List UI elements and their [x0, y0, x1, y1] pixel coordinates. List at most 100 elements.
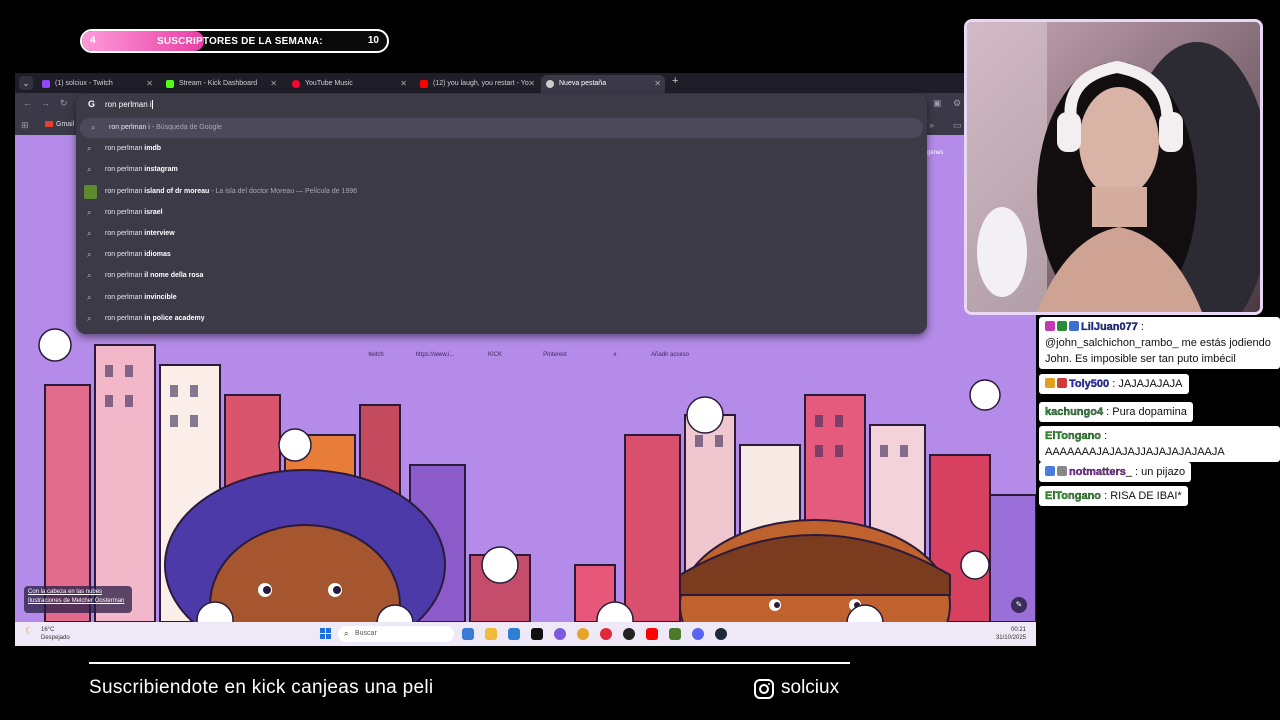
apps-grid-icon[interactable]: ⊞	[21, 120, 29, 131]
tiktok-icon[interactable]	[531, 628, 543, 640]
search-icon: ⌕	[344, 629, 349, 638]
stream-overlay: 4 SUSCRIPTORES DE LA SEMANA: 10 twitch h…	[0, 0, 1280, 720]
omnibox-suggestion[interactable]: ⌕ ron perlman imdb	[76, 139, 927, 159]
close-icon[interactable]: ✕	[528, 75, 535, 93]
minecraft-icon[interactable]	[669, 628, 681, 640]
obs-icon[interactable]	[623, 628, 635, 640]
suggestion-prefix: ron perlman	[105, 208, 145, 216]
chrome-taskbar-icon[interactable]	[577, 628, 589, 640]
forward-icon[interactable]: →	[41, 98, 50, 108]
address-input[interactable]: ron perlman i	[105, 100, 153, 110]
folder-icon[interactable]: ▭	[953, 120, 962, 131]
chat-badge-icon	[1057, 378, 1067, 388]
chat-message: ElTongano : RISA DE IBAI*	[1039, 486, 1188, 506]
more-bookmarks-icon[interactable]: »	[929, 120, 934, 130]
subscriber-goal-label: SUSCRIPTORES DE LA SEMANA:	[157, 36, 323, 47]
shortcut-website[interactable]: https://www.i...	[415, 352, 455, 358]
chat-badge-icon	[1045, 378, 1055, 388]
omnibox-suggestion[interactable]: ⌕ ron perlman i - Búsqueda de Google	[80, 118, 923, 138]
opera-icon[interactable]	[600, 628, 612, 640]
browser-tabstrip: ⌄ (1) solciux - Twitch ✕ Stream - Kick D…	[15, 73, 1036, 93]
suggestion-completion: instagram	[144, 166, 178, 174]
omnibox-suggestion[interactable]: ⌕ ron perlman invincible	[76, 288, 927, 308]
search-icon: ⌕	[87, 313, 92, 323]
suggestion-completion: il nome della rosa	[144, 272, 204, 280]
tab-search-chevron-icon[interactable]: ⌄	[19, 76, 33, 90]
shortcut-x[interactable]: x	[595, 352, 635, 358]
extension-icon[interactable]: ▣	[933, 98, 942, 109]
wallpaper-credit[interactable]: Con la cabeza en las nubes Ilustraciones…	[24, 586, 132, 613]
screen-capture: twitch https://www.i... KICK Pinterest x…	[15, 73, 1036, 646]
league-icon[interactable]	[715, 628, 727, 640]
shortcut-pinterest[interactable]: Pinterest	[535, 352, 575, 358]
search-icon: ⌕	[87, 207, 92, 217]
suggestion-completion: invincible	[144, 293, 177, 301]
discord-icon[interactable]	[692, 628, 704, 640]
weather-widget[interactable]: ☾ 16°C Despejado	[25, 626, 70, 642]
movie-thumbnail	[84, 184, 97, 199]
close-icon[interactable]: ✕	[146, 75, 153, 93]
chat-badge-icon	[1045, 321, 1055, 331]
suggestion-completion: interview	[144, 230, 175, 237]
suggestion-completion: in police academy	[144, 314, 205, 322]
customize-pencil-icon[interactable]: ✎	[1011, 597, 1027, 613]
new-tab-button[interactable]: +	[672, 75, 678, 87]
bookmark-gmail[interactable]: Gmail	[45, 121, 74, 128]
chat-username: LilJuan077	[1081, 321, 1138, 333]
omnibox-suggestion[interactable]: ⌕ ron perlman instagram	[76, 160, 927, 180]
suggestion-completion: island of dr moreau	[144, 187, 210, 195]
omnibox-suggestion[interactable]: ⌕ ron perlman interview	[76, 224, 927, 244]
suggestion-prefix: ron perlman	[105, 272, 145, 280]
suggestion-prefix: ron perlman	[105, 230, 145, 237]
omnibox-suggestion[interactable]: ⌕ ron perlman il nome della rosa	[76, 266, 927, 286]
tab-kick[interactable]: Stream - Kick Dashboard ✕	[161, 75, 281, 93]
tab-twitch[interactable]: (1) solciux - Twitch ✕	[37, 75, 157, 93]
youtube-music-icon	[292, 80, 300, 88]
close-icon[interactable]: ✕	[654, 75, 661, 93]
credit-author[interactable]: Ilustraciones de Melcher Oosterman	[28, 598, 128, 604]
suggestion-prefix: ron perlman i	[109, 124, 150, 131]
tab-youtube[interactable]: (12) you laugh, you restart - Yo ✕	[415, 75, 539, 93]
chat-badge-icon	[1057, 321, 1067, 331]
credit-title[interactable]: Con la cabeza en las nubes	[28, 589, 128, 595]
suggestion-prefix: ron perlman	[105, 314, 145, 322]
search-icon: ⌕	[87, 229, 92, 238]
shortcut-kick[interactable]: KICK	[475, 352, 515, 358]
taskbar-search[interactable]: ⌕ Buscar	[338, 626, 454, 642]
close-icon[interactable]: ✕	[400, 75, 407, 93]
app-icon[interactable]	[554, 628, 566, 640]
suggestion-completion: idiomas	[144, 251, 171, 259]
shortcut-twitch[interactable]: twitch	[356, 352, 396, 358]
twitch-icon	[42, 80, 50, 88]
shortcut-add[interactable]: Añadir acceso	[650, 352, 690, 358]
close-icon[interactable]: ✕	[270, 75, 277, 93]
address-bar[interactable]: G ron perlman i	[76, 94, 927, 116]
puzzle-icon[interactable]: ⚙	[953, 98, 961, 109]
chat-message: notmatters_ : un pijazo	[1039, 462, 1192, 482]
tab-youtube-music[interactable]: YouTube Music ✕	[287, 75, 411, 93]
omnibox-suggestion[interactable]: ron perlman island of dr moreau - La isl…	[76, 182, 927, 202]
windows-start-icon[interactable]	[320, 628, 332, 640]
omnibox-suggestion[interactable]: ⌕ ron perlman israel	[76, 203, 927, 223]
back-icon[interactable]: ←	[23, 98, 32, 108]
youtube-taskbar-icon[interactable]	[646, 628, 658, 640]
instagram-icon	[754, 679, 774, 699]
store-icon[interactable]	[508, 628, 520, 640]
omnibox-suggestion[interactable]: ⌕ ron perlman in police academy	[76, 309, 927, 329]
reload-icon[interactable]: ↻	[60, 98, 68, 109]
suggestion-prefix: ron perlman	[105, 251, 145, 259]
footer-message: Suscribiendote en kick canjeas una peli	[89, 677, 434, 698]
chat-text: : un pijazo	[1135, 466, 1186, 478]
taskbar-clock[interactable]: 00:21 31/10/2025	[996, 626, 1026, 642]
task-view-icon[interactable]	[462, 628, 474, 640]
file-explorer-icon[interactable]	[485, 628, 497, 640]
chat-text: : JAJAJAJAJA	[1112, 378, 1183, 390]
windows-taskbar: ☾ 16°C Despejado ⌕ Buscar 00:21 31/10/20…	[15, 622, 1036, 646]
google-icon: G	[88, 99, 96, 109]
tab-new-tab[interactable]: Nueva pestaña ✕	[541, 75, 665, 93]
omnibox-suggestion[interactable]: ⌕ ron perlman idiomas	[76, 245, 927, 265]
instagram-handle: solciux	[781, 677, 840, 698]
suggestion-prefix: ron perlman	[105, 145, 145, 153]
chat-username: Toly500	[1069, 378, 1110, 390]
images-link[interactable]: genes	[927, 150, 943, 156]
